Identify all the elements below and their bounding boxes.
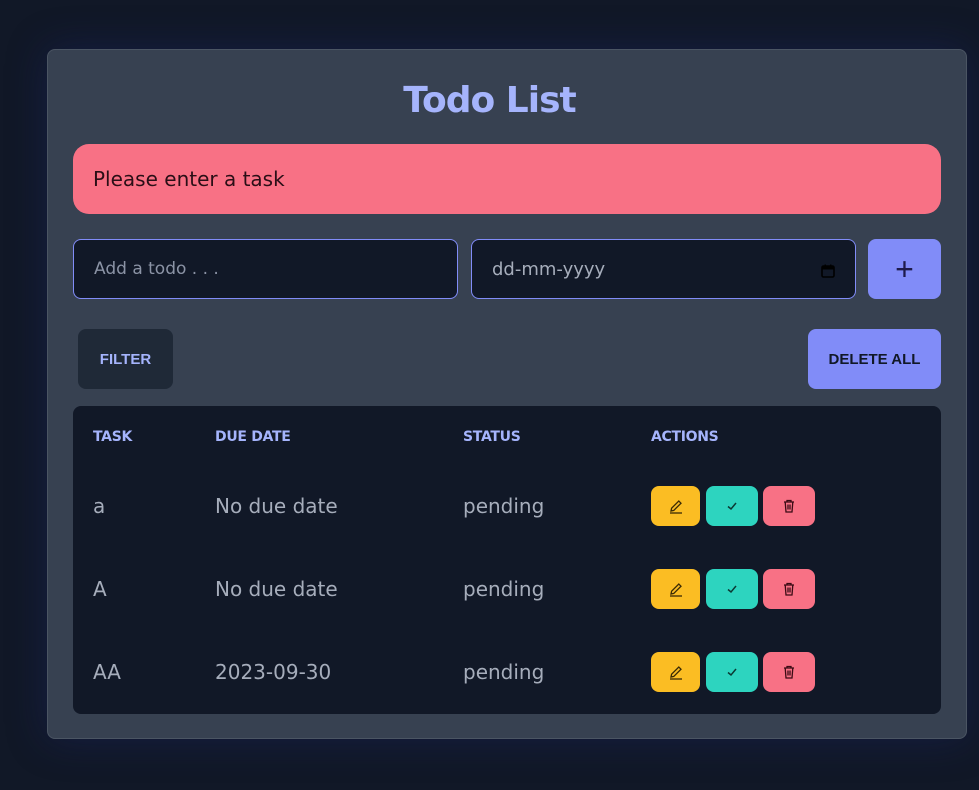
header-task: TASK: [93, 429, 133, 445]
edit-button[interactable]: [651, 569, 700, 609]
delete-button[interactable]: [763, 569, 815, 609]
status-cell: pending: [463, 494, 545, 518]
filter-button[interactable]: FILTER: [78, 329, 173, 389]
pencil-icon: [669, 500, 682, 514]
header-status: STATUS: [463, 429, 521, 445]
table-row: AA 2023-09-30 pending: [73, 642, 941, 702]
header-due-date: DUE DATE: [215, 429, 291, 445]
trash-icon: [784, 499, 794, 513]
task-cell: a: [93, 494, 106, 518]
todo-table: TASK DUE DATE STATUS ACTIONS a No due da…: [73, 406, 941, 714]
task-cell: AA: [93, 660, 121, 684]
table-row: a No due date pending: [73, 476, 941, 536]
delete-all-button[interactable]: DELETE ALL: [808, 329, 941, 389]
pencil-icon: [669, 583, 682, 597]
edit-button[interactable]: [651, 486, 700, 526]
trash-icon: [784, 582, 794, 596]
delete-button[interactable]: [763, 486, 815, 526]
alert-message: Please enter a task: [93, 167, 285, 191]
delete-button[interactable]: [763, 652, 815, 692]
calendar-icon[interactable]: [821, 262, 835, 278]
check-icon: [727, 668, 737, 677]
due-date-cell: No due date: [215, 494, 338, 518]
complete-button[interactable]: [706, 486, 758, 526]
due-date-cell: No due date: [215, 577, 338, 601]
check-icon: [727, 502, 737, 511]
pencil-icon: [669, 666, 682, 680]
header-actions: ACTIONS: [651, 429, 719, 445]
add-todo-button[interactable]: +: [868, 239, 941, 299]
status-cell: pending: [463, 660, 545, 684]
complete-button[interactable]: [706, 652, 758, 692]
trash-icon: [784, 665, 794, 679]
edit-button[interactable]: [651, 652, 700, 692]
error-alert: Please enter a task: [73, 144, 941, 214]
complete-button[interactable]: [706, 569, 758, 609]
due-date-cell: 2023-09-30: [215, 660, 332, 684]
task-input[interactable]: [73, 239, 458, 299]
table-row: A No due date pending: [73, 559, 941, 619]
check-icon: [727, 585, 737, 594]
due-date-input[interactable]: dd-mm-yyyy: [471, 239, 856, 299]
page-title: Todo List: [403, 80, 576, 121]
status-cell: pending: [463, 577, 545, 601]
task-cell: A: [93, 577, 107, 601]
date-placeholder: dd-mm-yyyy: [492, 258, 606, 280]
